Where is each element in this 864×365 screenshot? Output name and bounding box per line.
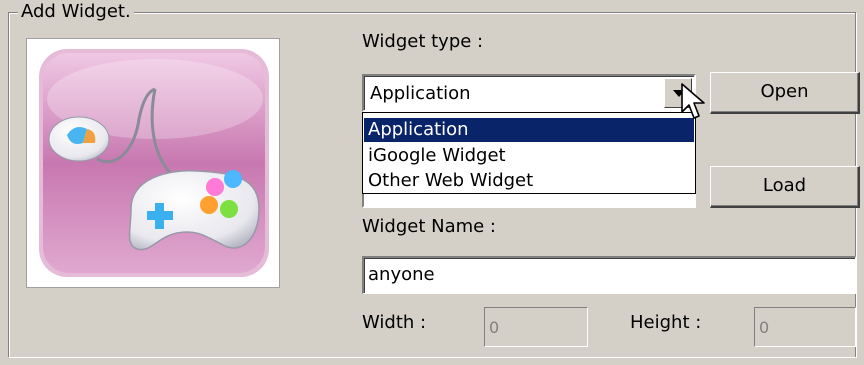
load-button[interactable]: Load	[710, 166, 860, 208]
height-input[interactable]: 0	[754, 307, 856, 347]
widget-type-label: Widget type :	[362, 31, 484, 52]
mouse-pointer-icon	[681, 83, 705, 119]
open-button[interactable]: Open	[710, 72, 860, 114]
widget-type-dropdown-list: Application iGoogle Widget Other Web Wid…	[362, 112, 696, 194]
width-input[interactable]: 0	[484, 307, 588, 347]
widget-type-select[interactable]: Application	[362, 74, 696, 112]
gamepad-icon	[39, 49, 269, 277]
height-label: Height :	[630, 312, 702, 333]
dropdown-option-other-web-widget[interactable]: Other Web Widget	[364, 169, 694, 193]
widget-type-value: Application	[370, 83, 471, 104]
widget-name-input[interactable]: anyone	[362, 256, 856, 294]
width-label: Width :	[362, 312, 427, 333]
groupbox-title: Add Widget.	[18, 2, 134, 22]
widget-name-label: Widget Name :	[362, 216, 496, 237]
dropdown-option-igoogle-widget[interactable]: iGoogle Widget	[364, 144, 694, 168]
widget-preview	[26, 38, 280, 288]
dropdown-option-application[interactable]: Application	[364, 118, 694, 142]
